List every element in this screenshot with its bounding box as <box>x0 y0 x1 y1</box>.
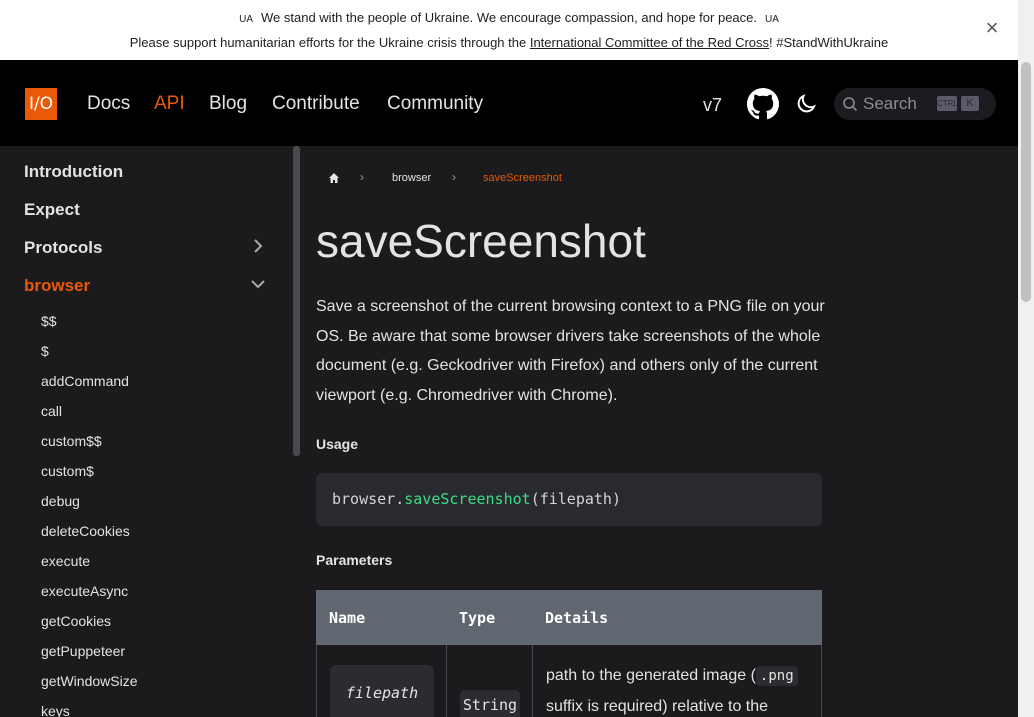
column-header-details: Details <box>545 609 609 627</box>
table-header: Name Type Details <box>316 590 822 645</box>
moon-icon[interactable] <box>794 92 818 116</box>
search-button[interactable]: Search CTRL K <box>834 88 996 120</box>
column-divider <box>446 645 447 717</box>
banner-line-1: UA We stand with the people of Ukraine. W… <box>0 10 1018 25</box>
github-icon[interactable] <box>747 88 779 120</box>
red-cross-link[interactable]: International Committee of the Red Cross <box>530 35 769 50</box>
flag-left: UA <box>239 14 253 25</box>
table-row: filepath String path to the generated im… <box>316 645 822 717</box>
close-icon[interactable]: × <box>982 17 1002 39</box>
version-dropdown[interactable]: v7 <box>703 95 722 116</box>
sidebar-category-protocols[interactable]: Protocols <box>24 238 102 258</box>
page-scrollbar-thumb[interactable] <box>1021 62 1031 302</box>
usage-heading: Usage <box>316 436 359 452</box>
sidebar-category-expect[interactable]: Expect <box>24 200 80 220</box>
param-name: filepath <box>330 665 434 717</box>
breadcrumb-browser[interactable]: browser <box>392 172 431 184</box>
page-scrollbar[interactable] <box>1018 0 1034 717</box>
column-header-name: Name <box>329 609 366 627</box>
chevron-right-icon[interactable] <box>250 238 266 254</box>
page-description: Save a screenshot of the current browsin… <box>316 298 825 405</box>
nav-docs[interactable]: Docs <box>87 93 130 115</box>
nav-blog[interactable]: Blog <box>209 93 247 115</box>
sidebar-item[interactable]: getWindowSize <box>41 673 138 689</box>
nav-api[interactable]: API <box>154 93 185 115</box>
column-header-type: Type <box>459 609 496 627</box>
sidebar-item[interactable]: $$ <box>41 313 57 329</box>
param-details: path to the generated image (.png suffix… <box>546 661 811 717</box>
sidebar: Introduction Expect Protocols browser $$… <box>0 146 300 717</box>
breadcrumb-separator: › <box>360 170 364 184</box>
details-text: path to the generated image ( <box>546 667 756 684</box>
banner-hashtag: ! #StandWithUkraine <box>769 35 889 50</box>
flag-right: UA <box>765 14 779 25</box>
kbd-k: K <box>961 96 979 111</box>
nav-contribute[interactable]: Contribute <box>272 93 360 115</box>
sidebar-item[interactable]: execute <box>41 553 90 569</box>
navbar: I/O Docs API Blog Contribute Community v… <box>0 60 1018 146</box>
chevron-down-icon[interactable] <box>250 276 266 292</box>
code-method: saveScreenshot <box>404 490 531 508</box>
usage-code-block: browser.saveScreenshot(filepath) <box>316 473 822 526</box>
details-text-suffix: suffix is required) relative to the <box>546 697 769 715</box>
nav-community[interactable]: Community <box>387 93 483 115</box>
sidebar-item[interactable]: call <box>41 403 62 419</box>
page-title: saveScreenshot <box>316 215 646 267</box>
sidebar-item[interactable]: custom$ <box>41 463 94 479</box>
search-icon <box>843 97 858 112</box>
banner-line-2: Please support humanitarian efforts for … <box>0 35 1018 50</box>
kbd-ctrl: CTRL <box>937 96 958 111</box>
banner-support-text: Please support humanitarian efforts for … <box>129 35 527 50</box>
home-icon[interactable] <box>328 172 340 184</box>
code-object: browser. <box>332 490 405 508</box>
column-divider <box>532 645 533 717</box>
sidebar-item[interactable]: debug <box>41 493 80 509</box>
banner-message: We stand with the people of Ukraine. We … <box>261 10 757 25</box>
search-placeholder: Search <box>863 94 917 113</box>
announcement-banner: UA We stand with the people of Ukraine. W… <box>0 0 1018 60</box>
param-type: String <box>460 690 520 717</box>
parameters-heading: Parameters <box>316 552 393 568</box>
main-content: › browser › saveScreenshot saveScreensho… <box>300 146 1018 717</box>
sidebar-item[interactable]: deleteCookies <box>41 523 130 539</box>
sidebar-category-browser[interactable]: browser <box>24 276 90 296</box>
breadcrumb-separator: › <box>452 170 456 184</box>
sidebar-category-introduction[interactable]: Introduction <box>24 162 123 182</box>
code-args: (filepath) <box>530 490 621 508</box>
breadcrumb-current: saveScreenshot <box>483 172 562 184</box>
logo[interactable]: I/O <box>25 88 57 120</box>
sidebar-item[interactable]: getCookies <box>41 613 111 629</box>
sidebar-item[interactable]: keys <box>41 703 70 717</box>
details-inline-code: .png <box>755 666 798 686</box>
sidebar-item[interactable]: getPuppeteer <box>41 643 125 659</box>
sidebar-item[interactable]: custom$$ <box>41 433 102 449</box>
sidebar-item[interactable]: addCommand <box>41 373 129 389</box>
sidebar-scrollbar[interactable] <box>293 146 300 456</box>
sidebar-item[interactable]: $ <box>41 343 49 359</box>
sidebar-item[interactable]: executeAsync <box>41 583 128 599</box>
